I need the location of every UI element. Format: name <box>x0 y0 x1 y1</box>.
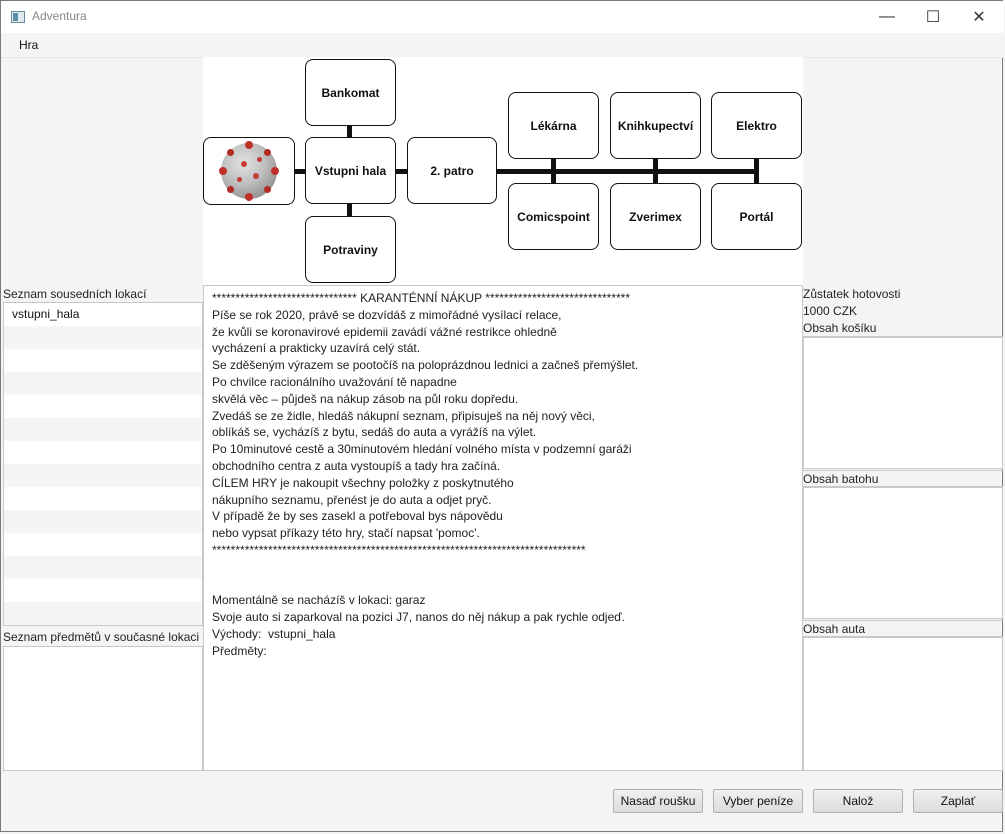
car-panel <box>803 637 1003 771</box>
map-connector <box>497 169 757 174</box>
map-node-portal: Portál <box>711 183 802 250</box>
map-node-garaz <box>203 137 295 205</box>
backpack-panel <box>803 487 1003 619</box>
coronavirus-icon <box>219 141 279 201</box>
map-connector <box>754 159 759 183</box>
map-connector <box>347 204 352 216</box>
menu-hra[interactable]: Hra <box>19 38 38 52</box>
list-item <box>4 602 202 625</box>
list-item <box>4 464 202 487</box>
close-icon[interactable]: ✕ <box>956 1 1002 33</box>
load-button[interactable]: Nalož <box>813 789 903 813</box>
list-item <box>4 418 202 441</box>
map-connector <box>653 159 658 183</box>
list-item <box>4 441 202 464</box>
minimize-icon[interactable]: — <box>864 1 910 33</box>
list-item <box>4 487 202 510</box>
put-on-mask-button[interactable]: Nasaď roušku <box>613 789 703 813</box>
map-node-comicspoint: Comicspoint <box>508 183 599 250</box>
game-output-text: ******************************* KARANTÉN… <box>212 291 639 658</box>
map-node-elektro: Elektro <box>711 92 802 159</box>
map-node-lekarna: Lékárna <box>508 92 599 159</box>
maximize-icon[interactable]: ☐ <box>910 1 956 33</box>
map-connector <box>551 159 556 183</box>
withdraw-money-button[interactable]: Vyber peníze <box>713 789 803 813</box>
backpack-label: Obsah batohu <box>803 470 1003 487</box>
map-node-potraviny: Potraviny <box>305 216 396 283</box>
map-connector <box>396 169 407 174</box>
title-bar[interactable]: Adventura — ☐ ✕ <box>1 1 1004 33</box>
location-map: Bankomat Vstupni hala Potraviny 2. patro… <box>203 57 803 285</box>
list-item <box>4 556 202 579</box>
balance-value: 1000 CZK <box>803 304 858 318</box>
list-item <box>4 395 202 418</box>
list-item <box>4 326 202 349</box>
list-item[interactable]: vstupni_hala <box>4 303 202 326</box>
neighbors-label: Seznam sousedních lokací <box>3 287 147 301</box>
list-item <box>4 579 202 602</box>
map-node-knihkupectvi: Knihkupectví <box>610 92 701 159</box>
balance-label: Zůstatek hotovosti <box>803 287 901 301</box>
list-item <box>4 372 202 395</box>
window-title: Adventura <box>32 9 87 23</box>
list-item <box>4 349 202 372</box>
game-output-textarea[interactable]: ******************************* KARANTÉN… <box>203 285 803 771</box>
map-node-zverimex: Zverimex <box>610 183 701 250</box>
list-item <box>4 510 202 533</box>
items-list[interactable] <box>3 646 203 771</box>
menu-bar: Hra <box>1 33 1004 58</box>
map-node-2-patro: 2. patro <box>407 137 497 204</box>
pay-button[interactable]: Zaplať <box>913 789 1003 813</box>
neighbors-list[interactable]: vstupni_hala <box>3 302 203 626</box>
app-window: Adventura — ☐ ✕ Hra Bankomat Vstupni hal… <box>0 0 1004 832</box>
map-connector <box>295 169 305 174</box>
items-label: Seznam předmětů v současné lokaci <box>3 630 200 644</box>
cart-label: Obsah košíku <box>803 320 1003 337</box>
app-window-icon <box>11 11 25 23</box>
list-item <box>4 533 202 556</box>
map-node-bankomat: Bankomat <box>305 59 396 126</box>
cart-panel <box>803 337 1003 469</box>
car-label: Obsah auta <box>803 620 1003 637</box>
map-node-vstupni-hala: Vstupni hala <box>305 137 396 204</box>
